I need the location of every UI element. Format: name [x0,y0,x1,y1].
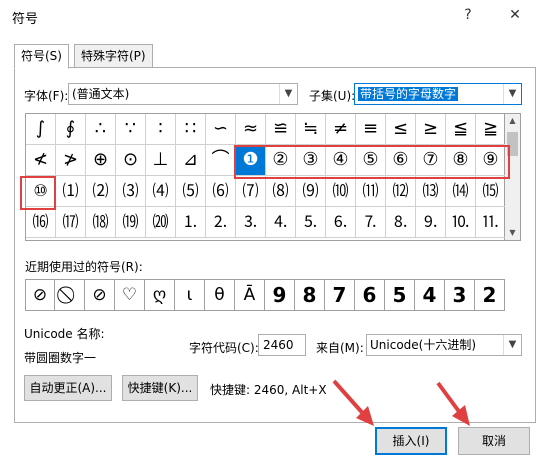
tab-symbols[interactable]: 符号(S) [14,44,69,69]
annotation-arrows [332,379,470,426]
arrow-to-insert-icon [332,379,374,426]
arrow-to-cancel-icon [436,381,470,426]
